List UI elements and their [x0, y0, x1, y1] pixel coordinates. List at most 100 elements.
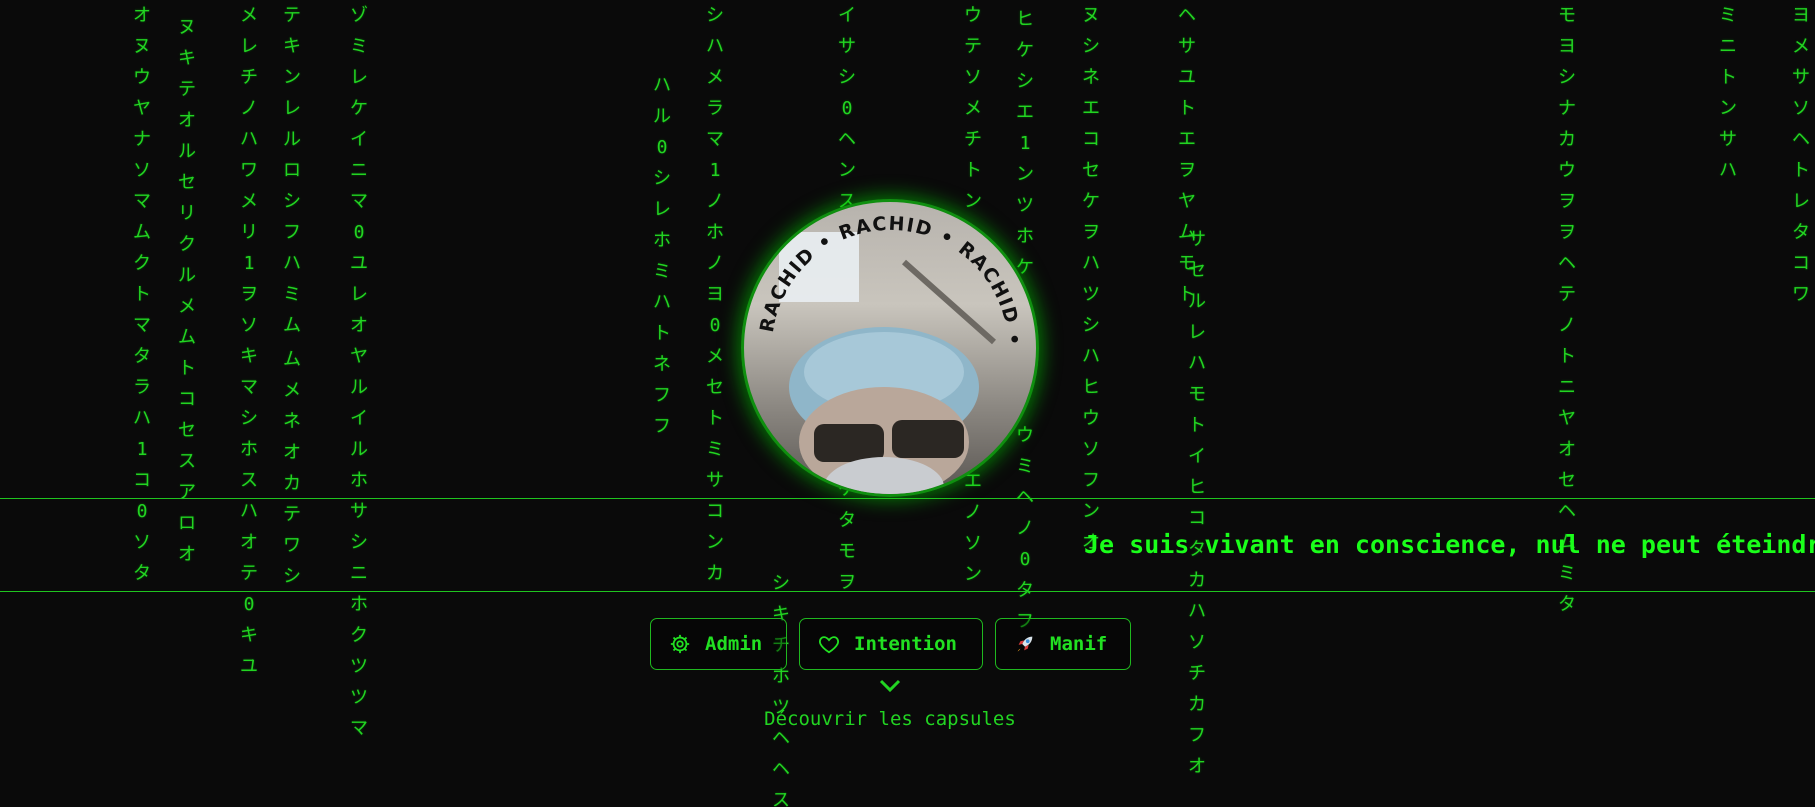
rain-glyph: ス [240, 470, 258, 491]
rain-glyph: メ [240, 5, 258, 26]
rain-glyph: レ [283, 98, 301, 119]
rain-glyph: ユ [1178, 67, 1196, 88]
rain-glyph: フ [283, 222, 301, 243]
rain-glyph: テ [1558, 284, 1576, 305]
rain-column: イサシ0ヘンス [838, 0, 856, 217]
rain-column: ハル0シレホミハトネフフ [653, 70, 671, 442]
rain-glyph: ム [283, 315, 301, 336]
rain-glyph: ク [350, 625, 368, 646]
rain-glyph: オ [1188, 756, 1206, 777]
rain-glyph: ツ [350, 687, 368, 708]
rain-glyph: 1 [709, 160, 721, 181]
banner-message: Je suis vivant en conscience, nul ne peu… [1084, 530, 1815, 559]
rain-glyph: サ [706, 470, 724, 491]
rain-glyph: 0 [709, 315, 721, 336]
rain-glyph: ラ [133, 377, 151, 398]
rain-glyph: ネ [1082, 67, 1100, 88]
rain-glyph: ハ [133, 408, 151, 429]
heart-icon [818, 633, 840, 655]
rain-glyph: ケ [1082, 191, 1100, 212]
rain-glyph: ロ [283, 160, 301, 181]
rain-glyph: ネ [653, 354, 671, 375]
rain-glyph: コ [133, 470, 151, 491]
rain-glyph: 0 [841, 98, 853, 119]
rain-glyph: セ [1082, 160, 1100, 181]
rain-glyph: ク [178, 234, 196, 255]
rain-glyph: マ [350, 191, 368, 212]
rain-glyph: ノ [240, 98, 258, 119]
rain-glyph: ニ [1719, 36, 1737, 57]
rain-glyph: エ [1016, 102, 1034, 123]
rain-glyph: サ [1719, 129, 1737, 150]
manif-button-label: Manif [1050, 633, 1108, 655]
rain-glyph: 1 [243, 253, 255, 274]
rain-glyph: オ [350, 315, 368, 336]
rain-glyph: シ [1082, 315, 1100, 336]
rain-glyph: ル [283, 129, 301, 150]
scrolling-banner: Je suis vivant en conscience, nul ne peu… [0, 498, 1815, 592]
rain-glyph: マ [133, 191, 151, 212]
rain-glyph: メ [1792, 36, 1810, 57]
rain-glyph: ミ [653, 261, 671, 282]
rain-glyph: カ [1188, 694, 1206, 715]
rain-glyph: ヲ [1082, 222, 1100, 243]
rain-glyph: イ [350, 129, 368, 150]
rain-glyph: ヘ [1558, 253, 1576, 274]
rain-glyph: ト [1558, 346, 1576, 367]
rain-glyph: メ [283, 380, 301, 401]
rain-glyph: レ [350, 284, 368, 305]
rain-glyph: ヲ [240, 284, 258, 305]
rain-glyph: タ [1558, 594, 1576, 615]
rain-glyph: イ [350, 408, 368, 429]
rain-glyph: ヌ [178, 17, 196, 38]
manif-button[interactable]: Manif [995, 618, 1131, 670]
rain-glyph: ネ [283, 411, 301, 432]
rain-glyph: オ [283, 442, 301, 463]
rain-glyph: ル [178, 265, 196, 286]
rain-glyph: ヘ [1792, 129, 1810, 150]
rain-glyph: ツ [350, 656, 368, 677]
rain-glyph: ミ [350, 36, 368, 57]
rain-glyph: ゾ [350, 5, 368, 26]
rain-glyph: マ [706, 129, 724, 150]
rain-glyph: メ [964, 98, 982, 119]
discover-capsules-label: Découvrir les capsules [764, 708, 1016, 730]
rain-glyph: リ [240, 222, 258, 243]
rain-column: ウテソメチトン [964, 0, 982, 217]
rain-glyph: ケ [350, 98, 368, 119]
rain-glyph: ソ [964, 67, 982, 88]
rain-glyph: テ [178, 79, 196, 100]
rain-glyph: メ [706, 346, 724, 367]
rain-glyph: ユ [240, 656, 258, 677]
rain-glyph: モ [1558, 5, 1576, 26]
discover-capsules-link[interactable]: Découvrir les capsules [760, 677, 1020, 730]
admin-button[interactable]: Admin [650, 618, 787, 670]
rain-glyph: メ [178, 296, 196, 317]
rain-glyph: イ [838, 5, 856, 26]
rain-glyph: ワ [240, 160, 258, 181]
rain-glyph: 0 [656, 137, 668, 158]
rain-column: ゾミレケイニマ0ユレオヤルイルホサシニホクツツマ [350, 0, 368, 744]
rain-glyph: レ [653, 199, 671, 220]
rain-glyph: ヨ [1558, 36, 1576, 57]
rain-glyph: ヘ [772, 759, 790, 780]
rain-glyph: ト [1188, 415, 1206, 436]
rain-glyph: ヲ [1558, 191, 1576, 212]
intention-button[interactable]: Intention [799, 618, 983, 670]
rain-glyph: ナ [1558, 98, 1576, 119]
rain-glyph: オ [178, 110, 196, 131]
rain-glyph: 1 [1019, 133, 1031, 154]
rain-glyph: シ [1558, 67, 1576, 88]
rain-glyph: 0 [353, 222, 365, 243]
rain-glyph: ス [772, 790, 790, 807]
rain-glyph: チ [1188, 663, 1206, 684]
rain-glyph: ハ [653, 292, 671, 313]
rain-glyph: キ [178, 48, 196, 69]
rain-column: ヨメサソヘトレタコワ [1792, 0, 1810, 310]
rain-glyph: ハ [240, 129, 258, 150]
rain-glyph: ク [133, 253, 151, 274]
rain-glyph: マ [350, 718, 368, 739]
rain-glyph: ウ [133, 67, 151, 88]
rain-glyph: ケ [1016, 40, 1034, 61]
rain-glyph: エ [1178, 129, 1196, 150]
